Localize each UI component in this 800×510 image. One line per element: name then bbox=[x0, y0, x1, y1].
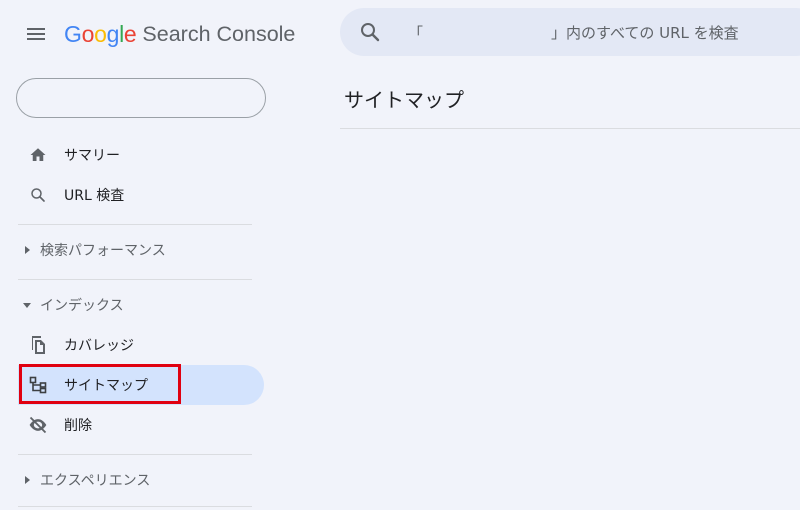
home-icon bbox=[28, 145, 48, 165]
logo-letter: g bbox=[106, 20, 120, 47]
sidebar-section-search-performance[interactable]: 検索パフォーマンス bbox=[18, 235, 264, 265]
sidebar-item-label: URL 検査 bbox=[64, 188, 125, 204]
logo-letter: o bbox=[94, 20, 107, 47]
search-icon[interactable] bbox=[358, 20, 382, 44]
sidebar-item-url-inspection[interactable]: URL 検査 bbox=[18, 175, 264, 215]
caret-down-icon bbox=[21, 299, 33, 311]
search-console-app: Google Search Console 「 」内のすべての URL を検査 … bbox=[0, 0, 800, 510]
product-logo[interactable]: Google Search Console bbox=[64, 18, 295, 50]
sidebar-section-experience[interactable]: エクスペリエンス bbox=[18, 465, 264, 495]
sidebar-section-index[interactable]: インデックス bbox=[18, 290, 264, 320]
caret-right-icon bbox=[21, 244, 33, 256]
sidebar-item-removals[interactable]: 削除 bbox=[18, 405, 264, 445]
sidebar-item-label: カバレッジ bbox=[64, 338, 134, 354]
hamburger-menu-icon[interactable] bbox=[24, 22, 48, 46]
page-title: サイトマップ bbox=[344, 88, 464, 112]
coverage-icon bbox=[28, 335, 48, 355]
url-inspection-search-bar[interactable]: 「 」内のすべての URL を検査 bbox=[340, 8, 800, 56]
sidebar-item-label: サマリー bbox=[64, 148, 120, 164]
logo-letter: e bbox=[123, 20, 137, 47]
logo-letter: o bbox=[81, 20, 95, 47]
product-name: Search Console bbox=[142, 21, 296, 46]
removals-icon bbox=[28, 415, 48, 435]
property-selector[interactable] bbox=[16, 78, 266, 118]
sidebar-item-coverage[interactable]: カバレッジ bbox=[18, 325, 264, 365]
sidebar-section-label: エクスペリエンス bbox=[40, 473, 151, 489]
sidebar-divider bbox=[18, 506, 252, 507]
sidebar-section-label: 検索パフォーマンス bbox=[40, 243, 166, 259]
search-placeholder-text: 」内のすべての URL を検査 bbox=[551, 23, 739, 42]
sidebar-item-summary[interactable]: サマリー bbox=[18, 135, 264, 175]
sidebar-divider bbox=[18, 224, 252, 225]
google-wordmark: Google bbox=[64, 20, 137, 48]
sidebar-divider bbox=[18, 454, 252, 455]
annotation-highlight-box bbox=[19, 364, 181, 404]
search-icon bbox=[28, 185, 48, 205]
sidebar-section-label: インデックス bbox=[40, 298, 124, 314]
sidebar-divider bbox=[18, 279, 252, 280]
sidebar-item-label: 削除 bbox=[64, 418, 92, 434]
search-placeholder-bracket: 「 bbox=[408, 23, 424, 42]
main-divider bbox=[340, 128, 800, 129]
caret-right-icon bbox=[21, 474, 33, 486]
logo-letter: G bbox=[64, 20, 82, 47]
